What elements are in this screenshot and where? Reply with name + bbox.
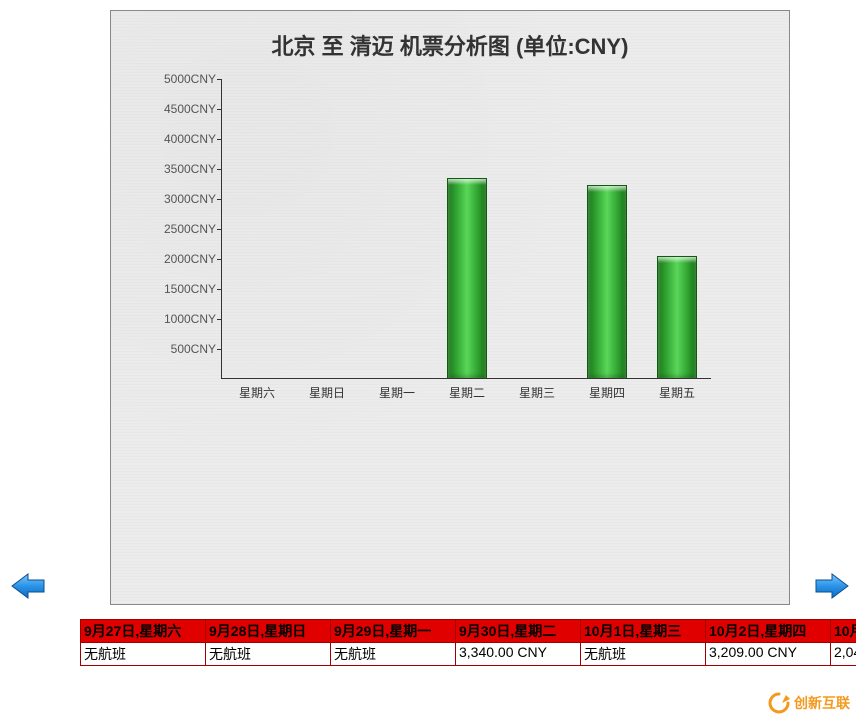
x-tick-label: 星期三 bbox=[507, 378, 567, 401]
bar bbox=[587, 185, 627, 378]
x-tick-label: 星期五 bbox=[647, 378, 707, 401]
y-tick-label: 5000CNY bbox=[142, 72, 216, 86]
plot-area: 500CNY1000CNY1500CNY2000CNY2500CNY3000CN… bbox=[221, 79, 711, 379]
table-cell: 3,340.00 CNY bbox=[456, 642, 581, 665]
table-header-cell: 9月27日,星期六 bbox=[81, 620, 206, 642]
y-tick-label: 3500CNY bbox=[142, 162, 216, 176]
watermark: 创新互联 bbox=[768, 692, 850, 714]
watermark-icon bbox=[768, 692, 790, 714]
x-tick-label: 星期日 bbox=[297, 378, 357, 401]
table-header-cell: 10月 bbox=[831, 620, 856, 642]
y-tick-label: 4000CNY bbox=[142, 132, 216, 146]
watermark-label: 创新互联 bbox=[794, 693, 850, 713]
table-header-cell: 9月30日,星期二 bbox=[456, 620, 581, 642]
prev-arrow[interactable] bbox=[10, 572, 46, 603]
table-cell: 无航班 bbox=[331, 642, 456, 665]
table-cell: 无航班 bbox=[81, 642, 206, 665]
y-tick-label: 2500CNY bbox=[142, 222, 216, 236]
y-tick-label: 4500CNY bbox=[142, 102, 216, 116]
next-arrow[interactable] bbox=[814, 572, 850, 603]
x-tick-label: 星期四 bbox=[577, 378, 637, 401]
bar bbox=[447, 178, 487, 378]
price-table: 9月27日,星期六9月28日,星期日9月29日,星期一9月30日,星期二10月1… bbox=[80, 619, 856, 666]
x-tick-label: 星期一 bbox=[367, 378, 427, 401]
chart-title: 北京 至 清迈 机票分析图 (单位:CNY) bbox=[111, 11, 789, 69]
chart-frame: 北京 至 清迈 机票分析图 (单位:CNY) 500CNY1000CNY1500… bbox=[110, 10, 790, 605]
x-tick-label: 星期六 bbox=[227, 378, 287, 401]
y-tick-label: 500CNY bbox=[142, 342, 216, 356]
y-tick-label: 2000CNY bbox=[142, 252, 216, 266]
table-header-cell: 10月1日,星期三 bbox=[581, 620, 706, 642]
table-cell: 无航班 bbox=[206, 642, 331, 665]
table-cell: 3,209.00 CNY bbox=[706, 642, 831, 665]
y-tick-label: 1500CNY bbox=[142, 282, 216, 296]
table-header-cell: 10月2日,星期四 bbox=[706, 620, 831, 642]
table-cell: 2,04 bbox=[831, 642, 856, 665]
bar bbox=[657, 256, 697, 378]
y-tick-label: 3000CNY bbox=[142, 192, 216, 206]
table-header-cell: 9月28日,星期日 bbox=[206, 620, 331, 642]
y-tick-label: 1000CNY bbox=[142, 312, 216, 326]
x-tick-label: 星期二 bbox=[437, 378, 497, 401]
table-header-cell: 9月29日,星期一 bbox=[331, 620, 456, 642]
table-cell: 无航班 bbox=[581, 642, 706, 665]
